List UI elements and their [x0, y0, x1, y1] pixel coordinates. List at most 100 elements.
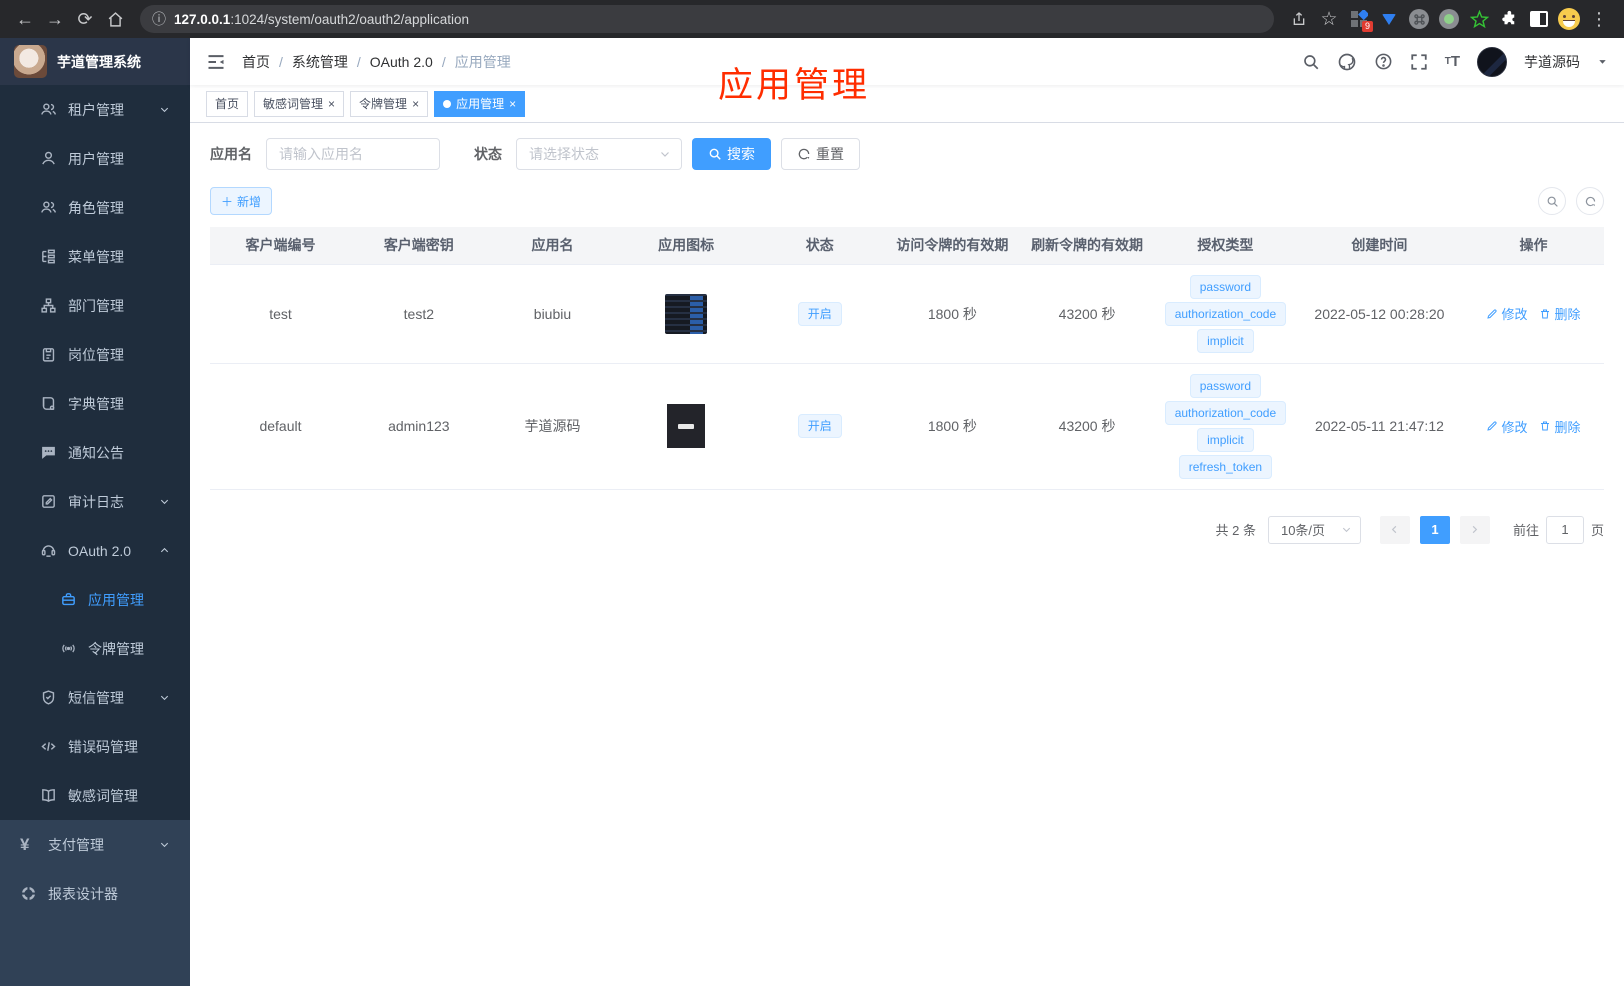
refresh-table-icon[interactable] — [1576, 187, 1604, 215]
sidebar: 芋道管理系统 租户管理 用户管理 角色管理 菜单管理 部门管理 岗位管理 字典管… — [0, 38, 190, 986]
tab-app-manage[interactable]: 应用管理 × — [434, 90, 526, 117]
sidebar-item-post[interactable]: 岗位管理 — [0, 330, 190, 379]
github-icon[interactable] — [1337, 52, 1357, 72]
sidebar-item-label: 审计日志 — [68, 493, 124, 510]
share-icon[interactable] — [1284, 4, 1314, 34]
chevron-down-icon — [1342, 527, 1351, 533]
cell-client-id: test — [210, 264, 351, 364]
edit-button[interactable]: 修改 — [1486, 417, 1527, 436]
close-icon[interactable]: × — [328, 97, 335, 111]
delete-button[interactable]: 删除 — [1539, 417, 1580, 436]
tenant-users-icon — [40, 101, 57, 118]
sidebar-item-oauth[interactable]: OAuth 2.0 — [0, 526, 190, 575]
page-1-button[interactable]: 1 — [1419, 515, 1450, 544]
search-icon[interactable] — [1302, 53, 1320, 71]
col-refresh-ttl: 刷新令牌的有效期 — [1019, 227, 1155, 265]
badge-icon — [40, 346, 57, 363]
sidebar-item-label: 支付管理 — [48, 836, 104, 853]
browser-back-icon[interactable]: ← — [10, 4, 40, 34]
col-status: 状态 — [753, 227, 886, 265]
help-icon[interactable] — [1374, 52, 1393, 71]
status-select[interactable]: 请选择状态 — [516, 138, 682, 170]
sidebar-item-report-designer[interactable]: 报表设计器 — [0, 869, 190, 918]
collapse-sidebar-icon[interactable] — [206, 52, 226, 72]
search-button[interactable]: 搜索 — [692, 138, 771, 170]
toggle-search-icon[interactable] — [1538, 187, 1566, 215]
site-info-icon[interactable]: ⓘ — [152, 9, 166, 29]
browser-menu-icon[interactable]: ⋮ — [1584, 4, 1614, 34]
extension-record-icon[interactable] — [1434, 4, 1464, 34]
sidebar-item-dept[interactable]: 部门管理 — [0, 281, 190, 330]
breadcrumb-system[interactable]: 系统管理 — [292, 52, 348, 72]
sidebar-item-user[interactable]: 用户管理 — [0, 134, 190, 183]
font-size-icon[interactable]: TT — [1445, 53, 1460, 70]
sidebar-item-notice[interactable]: 通知公告 — [0, 428, 190, 477]
grant-tag: implicit — [1197, 427, 1254, 452]
extension-grid-icon[interactable]: 9 — [1344, 4, 1374, 34]
breadcrumb-home[interactable]: 首页 — [242, 52, 270, 72]
reset-button[interactable]: 重置 — [781, 138, 860, 170]
open-book-icon — [40, 787, 57, 804]
extension-star-icon[interactable] — [1464, 4, 1494, 34]
add-button[interactable]: ＋ 新增 — [210, 187, 273, 215]
cell-access-ttl: 1800 秒 — [885, 264, 1020, 364]
browser-home-icon[interactable] — [100, 4, 130, 34]
bookmark-star-icon[interactable]: ☆ — [1314, 4, 1344, 34]
sidebar-item-label: 错误码管理 — [68, 738, 138, 755]
avatar[interactable] — [1477, 46, 1507, 77]
sidebar-item-errcode[interactable]: 错误码管理 — [0, 722, 190, 771]
status-label: 状态 — [474, 146, 502, 162]
col-actions: 操作 — [1462, 227, 1604, 265]
logo-image — [14, 45, 47, 78]
edit-button[interactable]: 修改 — [1486, 304, 1527, 323]
tab-home[interactable]: 首页 — [206, 90, 249, 117]
sidebar-logo[interactable]: 芋道管理系统 — [0, 38, 190, 85]
app-name-input[interactable] — [266, 138, 440, 170]
sidebar-item-dict[interactable]: 字典管理 — [0, 379, 190, 428]
browser-forward-icon[interactable]: → — [40, 4, 70, 34]
grant-tag: implicit — [1197, 328, 1254, 353]
next-page-button[interactable] — [1459, 515, 1490, 544]
sidebar-item-menu[interactable]: 菜单管理 — [0, 232, 190, 281]
goto-page-input[interactable] — [1545, 515, 1584, 544]
caret-down-icon[interactable] — [1597, 56, 1608, 67]
total-count: 共 2 条 — [1215, 523, 1256, 538]
profile-emoji-icon[interactable] — [1554, 4, 1584, 34]
browser-reload-icon[interactable]: ⟳ — [70, 4, 100, 34]
extension-gem-icon[interactable] — [1374, 4, 1404, 34]
page-size-select[interactable]: 10条/页 — [1267, 515, 1361, 544]
cell-refresh-ttl: 43200 秒 — [1019, 363, 1155, 490]
close-icon[interactable]: × — [412, 97, 419, 111]
sidebar-item-label: 应用管理 — [88, 591, 144, 608]
sidebar-item-sms[interactable]: 短信管理 — [0, 673, 190, 722]
split-view-icon[interactable] — [1524, 4, 1554, 34]
tab-token[interactable]: 令牌管理 × — [350, 90, 429, 117]
sidebar-item-audit[interactable]: 审计日志 — [0, 477, 190, 526]
sidebar-item-tenant[interactable]: 租户管理 — [0, 85, 190, 134]
sidebar-item-role[interactable]: 角色管理 — [0, 183, 190, 232]
sidebar-item-token-manage[interactable]: 令牌管理 — [0, 624, 190, 673]
breadcrumb-oauth[interactable]: OAuth 2.0 — [370, 54, 433, 70]
col-grant-types: 授权类型 — [1154, 227, 1296, 265]
yen-icon: ¥ — [20, 834, 30, 854]
sidebar-item-app-manage[interactable]: 应用管理 — [0, 575, 190, 624]
sidebar-item-label: 租户管理 — [68, 101, 124, 118]
sidebar-item-sensitive[interactable]: 敏感词管理 — [0, 771, 190, 820]
close-icon[interactable]: × — [509, 97, 516, 111]
cell-actions: 修改 删除 — [1462, 363, 1604, 490]
plus-icon: ＋ — [221, 194, 234, 209]
tree-list-icon — [40, 248, 57, 265]
address-bar[interactable]: ⓘ 127.0.0.1:1024/system/oauth2/oauth2/ap… — [140, 5, 1274, 33]
tab-sensitive[interactable]: 敏感词管理 × — [254, 90, 345, 117]
sidebar-item-pay[interactable]: ¥ 支付管理 — [0, 820, 190, 869]
delete-button[interactable]: 删除 — [1539, 304, 1580, 323]
sidebar-item-label: 菜单管理 — [68, 248, 124, 265]
prev-page-button[interactable] — [1379, 515, 1410, 544]
username[interactable]: 芋道源码 — [1524, 52, 1580, 72]
cell-created: 2022-05-12 00:28:20 — [1295, 264, 1463, 364]
extension-command-icon[interactable] — [1404, 4, 1434, 34]
fullscreen-icon[interactable] — [1410, 53, 1428, 71]
extensions-puzzle-icon[interactable] — [1494, 4, 1524, 34]
book-icon — [40, 395, 57, 412]
chevron-down-icon — [159, 839, 170, 850]
